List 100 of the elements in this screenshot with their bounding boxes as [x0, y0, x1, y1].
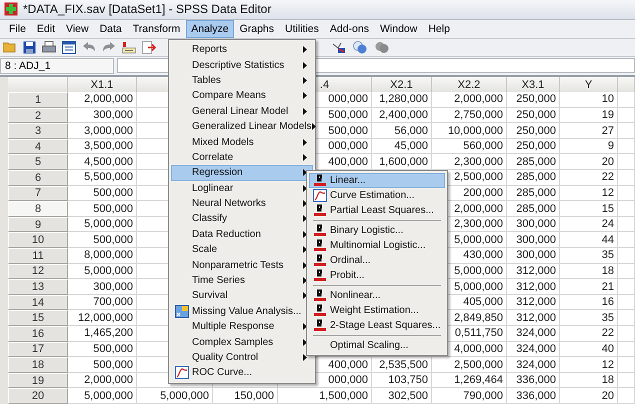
- menu-item[interactable]: Reports: [171, 42, 313, 58]
- table-cell: 250,000: [507, 123, 560, 139]
- table-cell: 22: [560, 170, 618, 186]
- menu-bar-item[interactable]: Edit: [32, 20, 60, 38]
- table-cell: 24: [560, 216, 618, 232]
- window-title: *DATA_FIX.sav [DataSet1] - SPSS Data Editor: [23, 2, 272, 16]
- row-header[interactable]: 20: [8, 388, 68, 404]
- menu-bar-item[interactable]: Transform: [128, 20, 186, 38]
- table-cell: 20: [560, 388, 618, 404]
- column-header[interactable]: X3.1: [507, 76, 560, 94]
- menu-bar-item[interactable]: Window: [374, 20, 422, 38]
- table-cell: 560,000: [432, 138, 507, 154]
- table-cell: 10: [560, 92, 618, 108]
- table-cell: 20: [560, 154, 618, 170]
- table-cell: 5,000,000: [68, 216, 137, 232]
- menu-item[interactable]: Regression: [171, 165, 313, 181]
- row-header[interactable]: 10: [8, 232, 68, 248]
- table-cell: 18: [560, 372, 618, 388]
- row-header[interactable]: 12: [8, 264, 68, 280]
- table-cell: 250,000: [507, 108, 560, 124]
- table-cell: 324,000: [507, 342, 560, 358]
- table-cell: 285,000: [507, 154, 560, 170]
- table-cell: 35: [560, 248, 618, 264]
- table-cell: 312,000: [507, 279, 560, 295]
- menu-item[interactable]: Descriptive Statistics: [171, 57, 313, 73]
- menu-item[interactable]: Linear...: [309, 173, 445, 188]
- table-cell: 35: [560, 310, 618, 326]
- row-header[interactable]: 8: [8, 201, 68, 217]
- table-cell: 1,280,000: [372, 92, 432, 108]
- table-cell: 324,000: [507, 357, 560, 373]
- row-header[interactable]: 2: [8, 108, 68, 124]
- table-cell: 4,500,000: [68, 154, 137, 170]
- table-cell: 2,000,000: [68, 92, 137, 108]
- table-cell: 336,000: [507, 372, 560, 388]
- menu-bar-item[interactable]: View: [61, 20, 94, 38]
- row-header[interactable]: 19: [8, 372, 68, 388]
- table-cell: 12: [560, 357, 618, 373]
- menu-bar-item[interactable]: Data: [94, 20, 127, 38]
- table-cell: 285,000: [507, 201, 560, 217]
- table-cell: 27: [560, 123, 618, 139]
- table-cell: 1,600,000: [372, 154, 432, 170]
- row-header[interactable]: 6: [8, 170, 68, 186]
- table-cell: 302,500: [372, 388, 432, 404]
- row-header[interactable]: 16: [8, 326, 68, 342]
- column-header[interactable]: X2.1: [372, 76, 432, 94]
- row-header[interactable]: 3: [8, 123, 68, 139]
- menu-bar-item[interactable]: File: [4, 20, 31, 38]
- table-cell: 9: [560, 138, 618, 154]
- table-cell: 2,500,000: [432, 357, 507, 373]
- menu-bar-item[interactable]: Graphs: [234, 20, 280, 38]
- table-cell: 336,000: [507, 388, 560, 404]
- row-header[interactable]: 18: [8, 357, 68, 373]
- table-cell: 21: [560, 279, 618, 295]
- cell-reference: 8 : ADJ_1: [0, 58, 114, 74]
- table-cell: 312,000: [507, 310, 560, 326]
- table-cell: 12: [560, 186, 618, 202]
- table-cell: 312,000: [507, 294, 560, 310]
- table-cell: 250,000: [507, 138, 560, 154]
- table-cell: 1,500,000: [278, 388, 372, 404]
- table-cell: 250,000: [507, 92, 560, 108]
- column-header[interactable]: X2.2: [432, 76, 507, 94]
- row-header[interactable]: 5: [8, 154, 68, 170]
- row-header[interactable]: 17: [8, 342, 68, 358]
- row-header[interactable]: 4: [8, 138, 68, 154]
- menu-bar-item[interactable]: Utilities: [280, 20, 324, 38]
- table-cell: 300,000: [68, 108, 137, 124]
- menu-bar-item[interactable]: Analyze: [186, 20, 234, 38]
- table-cell: 1,465,200: [68, 326, 137, 342]
- table-cell: 324,000: [507, 326, 560, 342]
- column-header[interactable]: Y: [560, 76, 618, 94]
- table-cell: 300,000: [507, 216, 560, 232]
- table-cell: 3,500,000: [68, 138, 137, 154]
- column-header[interactable]: X1.1: [68, 76, 137, 94]
- table-cell: 150,000: [213, 388, 278, 404]
- table-cell: 19: [560, 108, 618, 124]
- table-cell: 18: [560, 264, 618, 280]
- table-cell: 2,000,000: [432, 92, 507, 108]
- table-cell: 2,400,000: [372, 108, 432, 124]
- row-header[interactable]: 13: [8, 279, 68, 295]
- table-cell: 300,000: [68, 279, 137, 295]
- table-cell: 300,000: [507, 248, 560, 264]
- row-header[interactable]: 11: [8, 248, 68, 264]
- row-header[interactable]: 9: [8, 216, 68, 232]
- menu-bar-item[interactable]: Add-ons: [324, 20, 374, 38]
- table-cell: 22: [560, 326, 618, 342]
- menu-bar-item[interactable]: Help: [423, 20, 455, 38]
- row-header[interactable]: 15: [8, 310, 68, 326]
- table-cell: 312,000: [507, 264, 560, 280]
- table-cell: 500,000: [68, 186, 137, 202]
- row-header[interactable]: 14: [8, 294, 68, 310]
- table-cell: 2,750,000: [432, 108, 507, 124]
- table-cell: 5,000,000: [137, 388, 213, 404]
- table-cell: 103,750: [372, 372, 432, 388]
- table-cell: 40: [560, 342, 618, 358]
- table-cell: 5,000,000: [68, 388, 137, 404]
- table-cell: 500,000: [68, 201, 137, 217]
- table-cell: 1,269,464: [432, 372, 507, 388]
- row-header[interactable]: 1: [8, 92, 68, 108]
- row-header[interactable]: 7: [8, 186, 68, 202]
- table-cell: 285,000: [507, 170, 560, 186]
